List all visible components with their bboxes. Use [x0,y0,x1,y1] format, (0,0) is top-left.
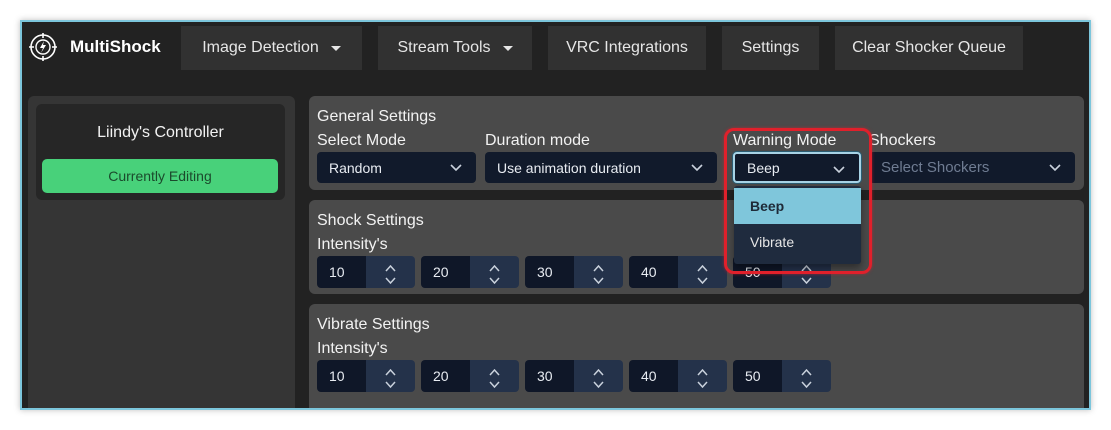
vibrate-intensity-stepper[interactable]: 50 [733,360,831,392]
select-mode-label: Select Mode [317,132,406,149]
shockers-label: Shockers [869,132,936,149]
sidebar: Liindy's Controller Currently Editing [28,96,295,408]
chevron-up-icon[interactable] [385,261,396,272]
shockers-placeholder: Select Shockers [881,159,990,176]
warning-mode-select[interactable]: Beep [733,152,861,183]
chevron-up-icon[interactable] [385,365,396,376]
select-mode-select[interactable]: Random [317,152,476,183]
stepper-value[interactable]: 20 [421,360,470,392]
stepper-arrows[interactable] [678,360,727,392]
chevron-down-icon[interactable] [697,273,708,285]
shock-intensity-stepper[interactable]: 20 [421,256,519,288]
stepper-arrows[interactable] [470,256,519,288]
stepper-value[interactable]: 50 [733,360,782,392]
chevron-down-icon[interactable] [697,377,708,389]
stepper-value[interactable]: 20 [421,256,470,288]
vibrate-intensity-stepper[interactable]: 40 [629,360,727,392]
stepper-value[interactable]: 30 [525,256,574,288]
general-settings-title: General Settings [317,108,437,125]
nav-image-detection[interactable]: Image Detection [181,26,362,70]
stepper-value[interactable]: 10 [317,256,366,288]
chevron-down-icon[interactable] [385,377,396,389]
shock-intensity-label: Intensity's [317,236,388,253]
chevron-down-icon[interactable] [593,273,604,285]
chevron-up-icon[interactable] [593,365,604,376]
shock-intensity-stepper[interactable]: 10 [317,256,415,288]
chevron-down-icon[interactable] [385,273,396,285]
chevron-down-icon[interactable] [489,273,500,285]
duration-mode-value: Use animation duration [497,159,641,176]
shock-settings-panel: Shock Settings Intensity's 10 20 30 40 5… [309,200,1084,294]
stepper-arrows[interactable] [366,360,415,392]
nav-vrc-integrations[interactable]: VRC Integrations [548,26,706,70]
warning-mode-value: Beep [747,159,780,176]
chevron-down-icon [691,164,703,172]
caret-down-icon [330,45,341,51]
stepper-value[interactable]: 40 [629,360,678,392]
stepper-arrows[interactable] [574,256,623,288]
nav-settings[interactable]: Settings [722,26,819,70]
nav-label: Settings [741,39,800,56]
shockers-select[interactable]: Select Shockers [869,152,1075,183]
dropdown-option-beep[interactable]: Beep [734,188,861,224]
duration-mode-select[interactable]: Use animation duration [485,152,717,183]
stepper-arrows[interactable] [678,256,727,288]
nav-label: Stream Tools [397,39,491,56]
shock-settings-title: Shock Settings [317,212,424,229]
currently-editing-button[interactable]: Currently Editing [42,159,278,193]
chevron-down-icon [450,164,462,172]
vibrate-settings-panel: Vibrate Settings Intensity's 10 20 30 40 [309,304,1084,408]
nav-label: Image Detection [202,39,319,56]
controller-card: Liindy's Controller Currently Editing [36,104,285,200]
chevron-down-icon[interactable] [801,377,812,389]
chevron-down-icon[interactable] [801,273,812,285]
warning-mode-label: Warning Mode [733,132,837,149]
stepper-value[interactable]: 40 [629,256,678,288]
vibrate-intensity-stepper[interactable]: 10 [317,360,415,392]
multishock-logo-icon [28,32,58,62]
nav-stream-tools[interactable]: Stream Tools [378,26,532,70]
app-window: MultiShock Image Detection Stream Tools … [20,20,1091,410]
chevron-up-icon[interactable] [489,365,500,376]
vibrate-intensity-stepper[interactable]: 20 [421,360,519,392]
shock-intensity-stepper[interactable]: 30 [525,256,623,288]
controller-title: Liindy's Controller [97,124,224,141]
vibrate-intensity-label: Intensity's [317,340,388,357]
chevron-down-icon [1049,164,1061,172]
general-settings-panel: General Settings Select Mode Random Dura… [309,96,1084,190]
stepper-arrows[interactable] [366,256,415,288]
chevron-down-icon [833,166,845,174]
stepper-value[interactable]: 30 [525,360,574,392]
nav-label: Clear Shocker Queue [852,39,1006,56]
chevron-up-icon[interactable] [489,261,500,272]
stepper-value[interactable]: 10 [317,360,366,392]
warning-mode-dropdown: Beep Vibrate [734,186,861,264]
chevron-down-icon[interactable] [489,377,500,389]
shock-intensity-stepper[interactable]: 40 [629,256,727,288]
chevron-up-icon[interactable] [593,261,604,272]
chevron-up-icon[interactable] [697,365,708,376]
nav-clear-shocker-queue[interactable]: Clear Shocker Queue [835,26,1023,70]
vibrate-intensity-stepper[interactable]: 30 [525,360,623,392]
stepper-arrows[interactable] [470,360,519,392]
stepper-arrows[interactable] [574,360,623,392]
chevron-down-icon[interactable] [593,377,604,389]
brand[interactable]: MultiShock [28,30,161,64]
app-name: MultiShock [70,37,161,56]
dropdown-option-vibrate[interactable]: Vibrate [734,224,861,260]
stepper-arrows[interactable] [782,360,831,392]
chevron-up-icon[interactable] [801,365,812,376]
duration-mode-label: Duration mode [485,132,590,149]
chevron-up-icon[interactable] [697,261,708,272]
navbar: MultiShock Image Detection Stream Tools … [22,22,1089,71]
vibrate-settings-title: Vibrate Settings [317,316,430,333]
select-mode-value: Random [329,159,382,176]
caret-down-icon [502,45,513,51]
nav-label: VRC Integrations [566,39,688,56]
